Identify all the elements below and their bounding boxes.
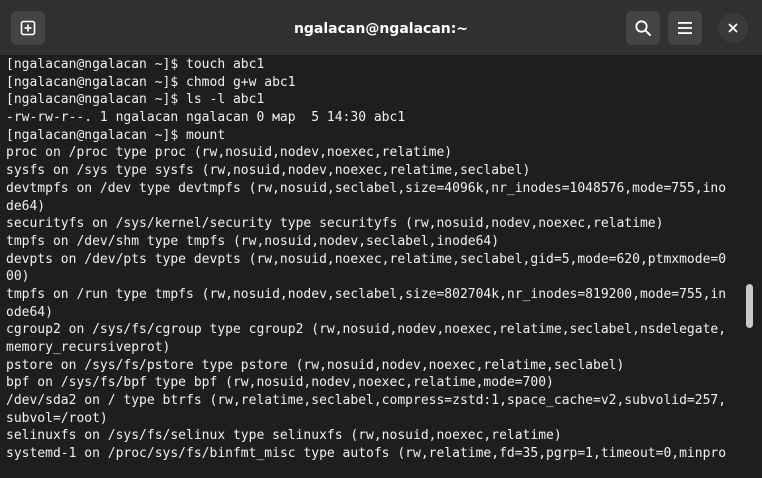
menu-button[interactable] bbox=[668, 11, 702, 45]
search-button[interactable] bbox=[626, 11, 660, 45]
scrollbar-thumb[interactable] bbox=[746, 284, 753, 328]
terminal-line: tmpfs on /dev/shm type tmpfs (rw,nosuid,… bbox=[6, 233, 500, 249]
scrollbar-track[interactable] bbox=[744, 56, 762, 478]
terminal-line: devtmpfs on /dev type devtmpfs (rw,nosui… bbox=[6, 180, 727, 196]
terminal-line: sysfs on /sys type sysfs (rw,nosuid,node… bbox=[6, 163, 531, 179]
close-button[interactable] bbox=[718, 13, 748, 43]
terminal-line: [ngalacan@ngalacan ~]$ chmod g+w abc1 bbox=[6, 74, 296, 90]
new-tab-icon bbox=[20, 20, 36, 36]
hamburger-menu-icon bbox=[678, 22, 692, 34]
terminal-line: 00) bbox=[6, 269, 30, 285]
terminal-line: selinuxfs on /sys/fs/selinux type selinu… bbox=[6, 428, 562, 444]
close-icon bbox=[728, 23, 738, 33]
terminal-line: proc on /proc type proc (rw,nosuid,nodev… bbox=[6, 145, 453, 161]
new-tab-button[interactable] bbox=[11, 11, 45, 45]
terminal-line: de64) bbox=[6, 198, 46, 214]
terminal-line: devpts on /dev/pts type devpts (rw,nosui… bbox=[6, 251, 727, 267]
terminal-line: securityfs on /sys/kernel/security type … bbox=[6, 216, 664, 232]
terminal-line: /dev/sda2 on / type btrfs (rw,relatime,s… bbox=[6, 393, 727, 409]
terminal-line: [ngalacan@ngalacan ~]$ mount bbox=[6, 127, 226, 143]
title-bar: ngalacan@ngalacan:~ bbox=[0, 0, 762, 56]
terminal-line: pstore on /sys/fs/pstore type pstore (rw… bbox=[6, 357, 625, 373]
terminal-line: bpf on /sys/fs/bpf type bpf (rw,nosuid,n… bbox=[6, 375, 554, 391]
terminal-line: tmpfs on /run type tmpfs (rw,nosuid,node… bbox=[6, 286, 727, 302]
terminal-line: systemd-1 on /proc/sys/fs/binfmt_misc ty… bbox=[6, 446, 727, 462]
search-icon bbox=[635, 20, 651, 36]
terminal-output[interactable]: [ngalacan@ngalacan ~]$ touch abc1 [ngala… bbox=[0, 56, 744, 478]
terminal-line: cgroup2 on /sys/fs/cgroup type cgroup2 (… bbox=[6, 322, 727, 338]
terminal-window: ngalacan@ngalacan:~ [ngalacan@ngalacan ~… bbox=[0, 0, 762, 478]
terminal-line: -rw-rw-r--. 1 ngalacan ngalacan 0 мар 5 … bbox=[6, 110, 406, 126]
terminal-line: memory_recursiveprot) bbox=[6, 340, 171, 355]
terminal-line: [ngalacan@ngalacan ~]$ touch abc1 bbox=[6, 57, 265, 72]
terminal-line: ode64) bbox=[6, 304, 53, 320]
terminal-line: [ngalacan@ngalacan ~]$ ls -l abc1 bbox=[6, 92, 265, 108]
terminal-line: subvol=/root) bbox=[6, 410, 108, 426]
